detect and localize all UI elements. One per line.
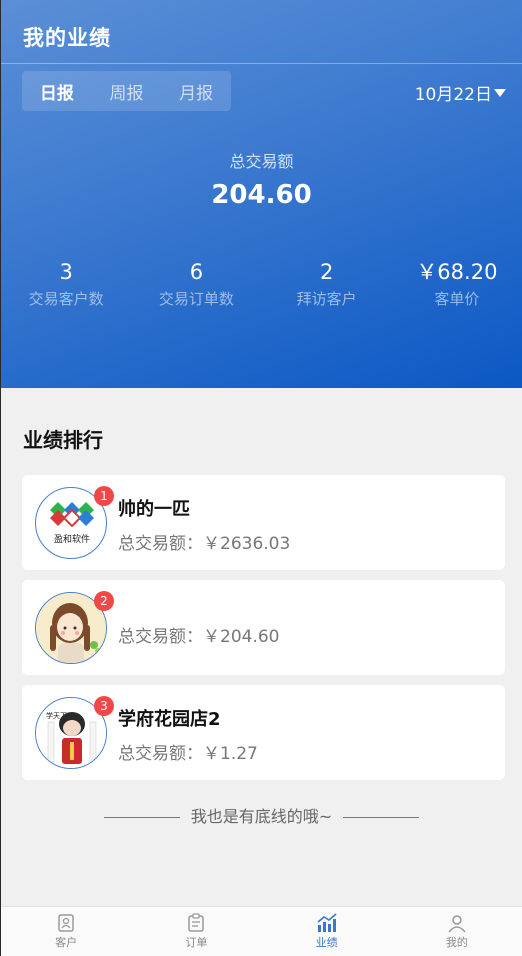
stat-value: 3 — [59, 260, 73, 284]
end-of-list-note: 我也是有底线的哦~ — [1, 803, 522, 827]
customer-icon — [58, 914, 74, 932]
date-value: 10月22日 — [414, 85, 492, 105]
stat-label: 拜访客户 — [296, 290, 357, 308]
tabbar-label: 订单 — [185, 936, 208, 949]
header-divider — [1, 63, 522, 64]
stat-value: ￥68.20 — [416, 260, 498, 284]
store-amount: 总交易额：￥2636.03 — [118, 534, 291, 554]
ranking-item[interactable]: 2 总交易额：￥204.60 — [22, 580, 505, 675]
tabbar-label: 客户 — [55, 936, 78, 949]
stat-label: 交易客户数 — [28, 290, 104, 308]
stat-value: 6 — [189, 260, 204, 284]
store-name: 学府花园店2 — [118, 709, 221, 730]
tab-weekly[interactable]: 周报 — [92, 79, 162, 104]
store-amount: 总交易额：￥204.60 — [118, 627, 280, 647]
period-tabs: 日报 周报 月报 — [22, 71, 231, 111]
order-icon — [188, 913, 205, 932]
total-amount-label: 总交易额 — [229, 152, 294, 171]
tabbar-label: 业绩 — [315, 936, 338, 949]
stat-customers: 3 交易客户数 — [1, 258, 131, 309]
stat-avg-price: ￥68.20 客单价 — [392, 258, 522, 309]
stat-visits: 2 拜访客户 — [262, 258, 392, 309]
stat-label: 客单价 — [434, 290, 480, 308]
end-of-list-text: 我也是有底线的哦~ — [190, 807, 333, 826]
page-title: 我的业绩 — [23, 26, 111, 50]
logo-text: 盈和软件 — [54, 533, 90, 545]
store-name: 帅的一匹 — [118, 499, 190, 520]
ranking-list: 盈和软件 1 帅的一匹 总交易额：￥2636.03 2 总交易额：￥204.60… — [22, 475, 505, 790]
divider-line — [103, 817, 180, 818]
divider-line — [343, 817, 420, 818]
rank-badge: 3 — [94, 696, 114, 716]
stat-label: 交易订单数 — [158, 290, 234, 308]
ranking-item[interactable]: 学天下男 3 学府花园店2 总交易额：￥1.27 — [22, 685, 505, 780]
stat-value: 2 — [319, 260, 334, 284]
tabbar-order[interactable]: 订单 — [131, 907, 261, 956]
date-picker[interactable]: 10月22日 — [415, 80, 506, 105]
caret-down-icon — [494, 88, 506, 97]
store-amount: 总交易额：￥1.27 — [118, 744, 258, 764]
performance-header: 我的业绩 日报 周报 月报 10月22日 总交易额 204.60 3 交易客户数… — [1, 0, 522, 388]
stats-row: 3 交易客户数 6 交易订单数 2 拜访客户 ￥68.20 客单价 — [1, 258, 522, 309]
tabbar-customer[interactable]: 客户 — [1, 907, 131, 956]
tab-daily[interactable]: 日报 — [22, 79, 92, 104]
rank-badge: 1 — [94, 486, 114, 506]
tab-monthly[interactable]: 月报 — [161, 79, 231, 104]
ranking-title: 业绩排行 — [23, 428, 103, 452]
stat-orders: 6 交易订单数 — [131, 258, 261, 309]
tabbar-performance[interactable]: 业绩 — [262, 907, 392, 956]
tabbar-label: 我的 — [445, 936, 468, 949]
user-icon — [448, 915, 466, 933]
total-amount-value: 204.60 — [211, 180, 312, 210]
ranking-item[interactable]: 盈和软件 1 帅的一匹 总交易额：￥2636.03 — [22, 475, 505, 570]
rank-badge: 2 — [94, 591, 114, 611]
bottom-tabbar: 客户 订单 业绩 我的 — [1, 906, 522, 956]
chart-icon — [317, 913, 337, 932]
tabbar-mine[interactable]: 我的 — [392, 907, 522, 956]
